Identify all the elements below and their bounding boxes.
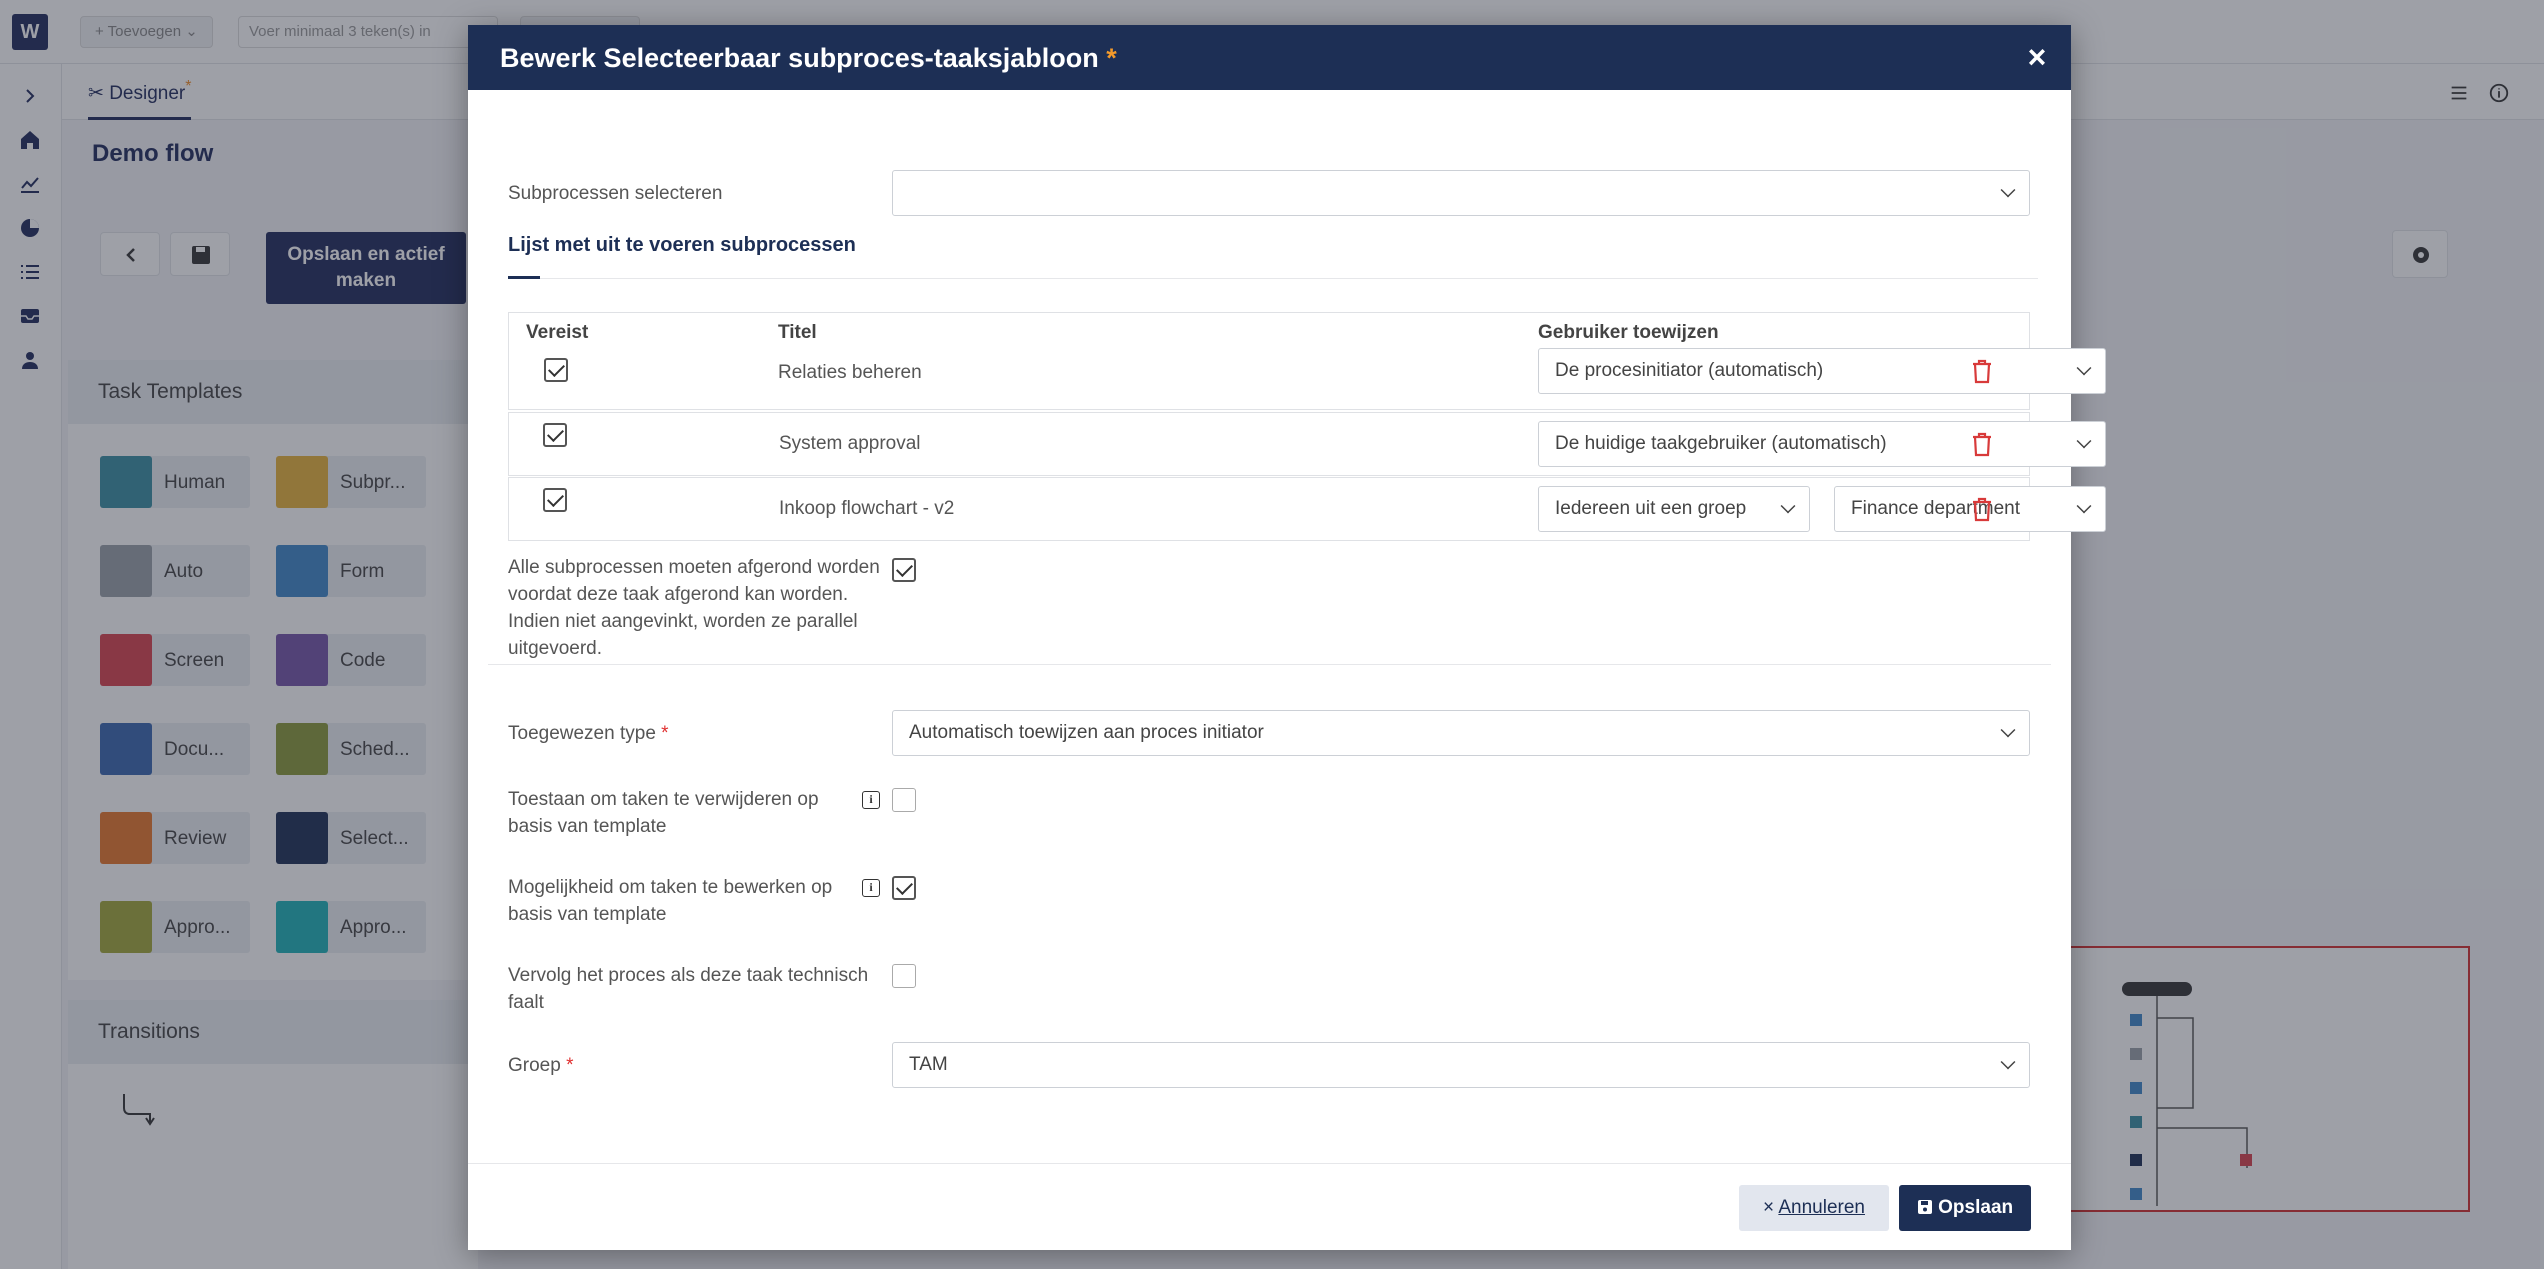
- allow-delete-label: Toestaan om taken te verwijderen op basi…: [508, 789, 819, 837]
- group-select[interactable]: TAM: [892, 1042, 2030, 1088]
- required-marker: *: [566, 1055, 574, 1076]
- assign-user-select[interactable]: Iedereen uit een groep: [1538, 486, 1810, 532]
- modal-body: Subprocessen selecteren Lijst met uit te…: [468, 90, 2106, 1188]
- subprocesses-label: Subprocessen selecteren: [508, 183, 723, 204]
- chevron-down-icon: [2000, 1054, 2016, 1070]
- assigned-type-value: Automatisch toewijzen aan proces initiat…: [909, 722, 1264, 743]
- continue-on-failure-checkbox[interactable]: [892, 964, 916, 988]
- column-header-title: Titel: [778, 322, 817, 343]
- assigned-type-label-text: Toegewezen type: [508, 723, 656, 744]
- floppy-disk-icon: [1917, 1200, 1932, 1214]
- close-icon: ×: [1763, 1197, 1775, 1218]
- tab-subprocess-list[interactable]: Lijst met uit te voeren subprocessen: [508, 234, 856, 257]
- assign-user-value: De procesinitiator (automatisch): [1555, 360, 1824, 381]
- info-icon[interactable]: i: [862, 791, 880, 809]
- allow-edit-checkbox[interactable]: [892, 876, 916, 900]
- group-value: TAM: [909, 1054, 948, 1075]
- column-header-assign: Gebruiker toewijzen: [1538, 322, 1719, 343]
- row-required-checkbox[interactable]: [543, 423, 567, 447]
- group-label-text: Groep: [508, 1055, 561, 1076]
- divider: [508, 278, 2038, 279]
- info-icon[interactable]: i: [862, 879, 880, 897]
- column-header-required: Vereist: [526, 322, 589, 343]
- chevron-down-icon: [2000, 722, 2016, 738]
- trash-icon[interactable]: [1970, 358, 1994, 384]
- assigned-type-label: Toegewezen type *: [508, 720, 669, 747]
- continue-on-failure-label: Vervolg het proces als deze taak technis…: [508, 965, 869, 1013]
- required-marker: *: [661, 723, 669, 744]
- all-complete-label: Alle subprocessen moeten afgerond worden…: [508, 557, 880, 659]
- table-row: System approval De huidige taakgebruiker…: [508, 412, 2106, 476]
- active-tab-indicator: [508, 276, 540, 279]
- edit-subprocess-template-modal: Bewerk Selecteerbaar subproces-taaksjabl…: [468, 25, 2106, 1250]
- chevron-down-icon: [2000, 182, 2016, 198]
- modal-footer: × Annuleren Opslaan: [468, 1163, 2071, 1250]
- assign-user-value: Iedereen uit een groep: [1555, 498, 1747, 519]
- assign-user-value: De huidige taakgebruiker (automatisch): [1555, 433, 1887, 454]
- cancel-button[interactable]: × Annuleren: [1739, 1185, 1889, 1231]
- group-label: Groep *: [508, 1052, 574, 1079]
- save-button[interactable]: Opslaan: [1899, 1185, 2031, 1231]
- save-button-label: Opslaan: [1938, 1197, 2014, 1218]
- row-required-checkbox[interactable]: [543, 488, 567, 512]
- row-title: Inkoop flowchart - v2: [779, 498, 955, 519]
- modal-unsaved-marker: *: [1106, 43, 1117, 73]
- chevron-down-icon: [1780, 498, 1796, 514]
- cancel-button-label: Annuleren: [1778, 1197, 1865, 1218]
- chevron-down-icon: [2076, 360, 2092, 376]
- modal-title: Bewerk Selecteerbaar subproces-taaksjabl…: [500, 43, 1099, 73]
- row-title: Relaties beheren: [778, 362, 922, 383]
- assigned-type-select[interactable]: Automatisch toewijzen aan proces initiat…: [892, 710, 2030, 756]
- trash-icon[interactable]: [1970, 496, 1994, 522]
- assign-group-value: Finance department: [1851, 498, 2020, 519]
- divider: [488, 664, 2051, 665]
- assign-user-select[interactable]: De huidige taakgebruiker (automatisch): [1538, 421, 2106, 467]
- table-row: Inkoop flowchart - v2 Iedereen uit een g…: [508, 477, 2106, 541]
- allow-edit-label: Mogelijkheid om taken te bewerken op bas…: [508, 877, 833, 925]
- row-title: System approval: [779, 433, 921, 454]
- all-complete-checkbox[interactable]: [892, 558, 916, 582]
- close-icon[interactable]: ×: [2023, 41, 2051, 73]
- assign-user-select[interactable]: De procesinitiator (automatisch): [1538, 348, 2106, 394]
- chevron-down-icon: [2076, 433, 2092, 449]
- subprocesses-select[interactable]: [892, 170, 2030, 216]
- modal-header: Bewerk Selecteerbaar subproces-taaksjabl…: [468, 25, 2071, 90]
- trash-icon[interactable]: [1970, 431, 1994, 457]
- chevron-down-icon: [2076, 498, 2092, 514]
- row-required-checkbox[interactable]: [544, 358, 568, 382]
- allow-delete-checkbox[interactable]: [892, 788, 916, 812]
